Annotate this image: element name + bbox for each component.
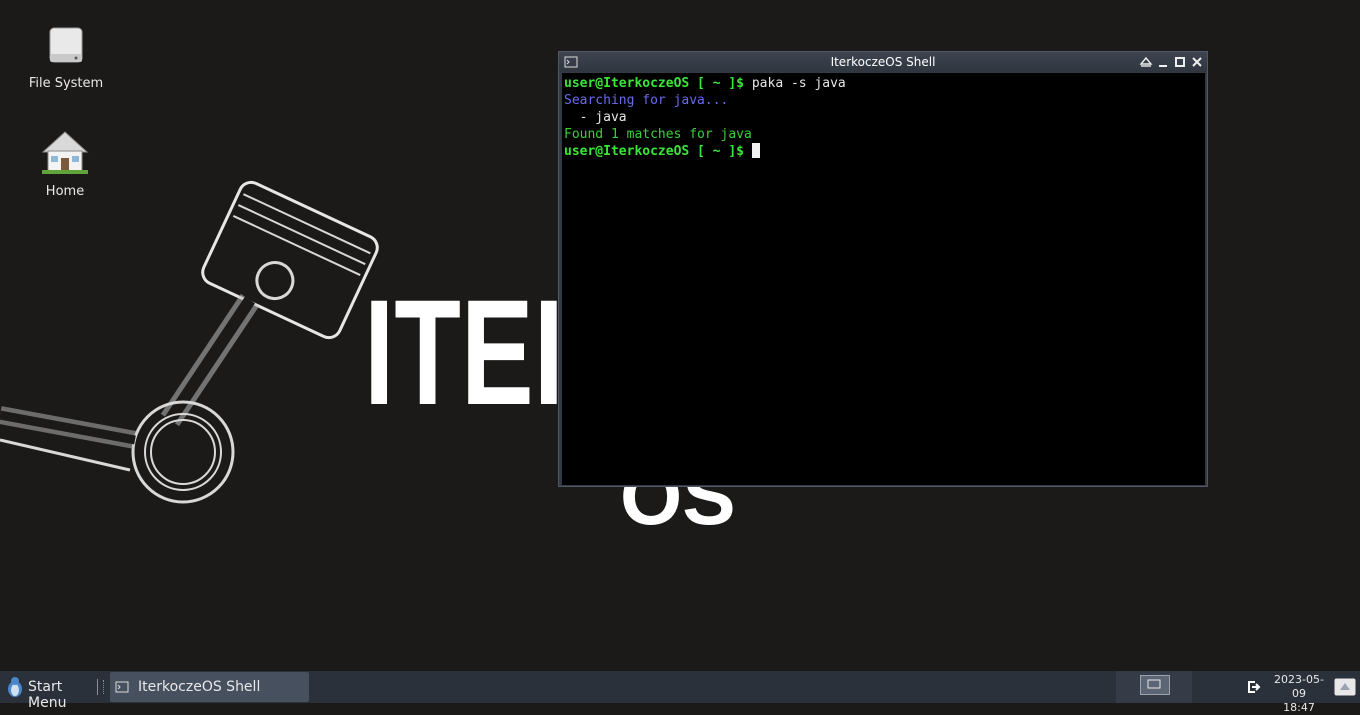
terminal-output[interactable]: user@IterkoczeOS [ ~ ]$ paka -s java Sear… [562,73,1205,485]
terminal-line-found: Found 1 matches for java [564,127,752,142]
logout-icon[interactable] [1245,679,1261,695]
workspace-pager[interactable] [1116,671,1192,703]
window-titlebar[interactable]: IterkoczeOS Shell [559,52,1207,72]
drive-icon [49,27,83,63]
terminal-cursor [751,143,760,158]
taskbar-window-button[interactable]: IterkoczeOS Shell [110,672,309,702]
piston-illustration [0,180,379,504]
terminal-prompt: user@IterkoczeOS [ ~ ]$ [564,76,745,91]
terminal-window[interactable]: IterkoczeOS Shell user@IterkoczeOS [ ~ ]… [558,51,1208,487]
terminal-line-result: - java [564,110,627,125]
desktop-icon-home[interactable]: Home [5,130,125,199]
terminal-command: paka -s java [744,76,846,91]
terminal-line: user@IterkoczeOS [ ~ ]$ [564,143,1203,160]
notification-icon[interactable] [1334,678,1356,696]
terminal-app-icon[interactable] [564,55,578,69]
desktop-icon-label: Home [45,184,85,199]
taskbar: Start Menu IterkoczeOS Shell 2023-05-09 … [0,671,1360,714]
workspace-thumbnail-icon[interactable] [1140,675,1170,695]
clock-time: 18:47 [1283,701,1315,714]
clock[interactable]: 2023-05-09 18:47 [1268,673,1330,715]
start-menu-button[interactable]: Start Menu [0,671,98,711]
maximize-icon[interactable] [1173,55,1187,69]
clock-date: 2023-05-09 [1274,673,1324,700]
penguin-icon [8,677,22,697]
start-menu-label: Start Menu [28,679,67,711]
terminal-prompt: user@IterkoczeOS [ ~ ]$ [564,144,745,159]
wallpaper-logo-text: ITEI [364,268,564,436]
taskbar-window-label: IterkoczeOS Shell [138,679,261,695]
shade-icon[interactable] [1139,55,1153,69]
taskbar-handle[interactable] [103,680,108,694]
house-icon [41,131,89,174]
terminal-app-icon [115,681,129,693]
desktop-icon-label: File System [28,76,104,91]
desktop-icon-file-system[interactable]: File System [6,24,126,91]
close-icon[interactable] [1190,55,1204,69]
window-title: IterkoczeOS Shell [830,55,936,69]
minimize-icon[interactable] [1156,55,1170,69]
taskbar-separator [97,679,98,695]
terminal-line: user@IterkoczeOS [ ~ ]$ paka -s java [564,75,1203,92]
terminal-line-searching: Searching for java... [564,93,729,108]
